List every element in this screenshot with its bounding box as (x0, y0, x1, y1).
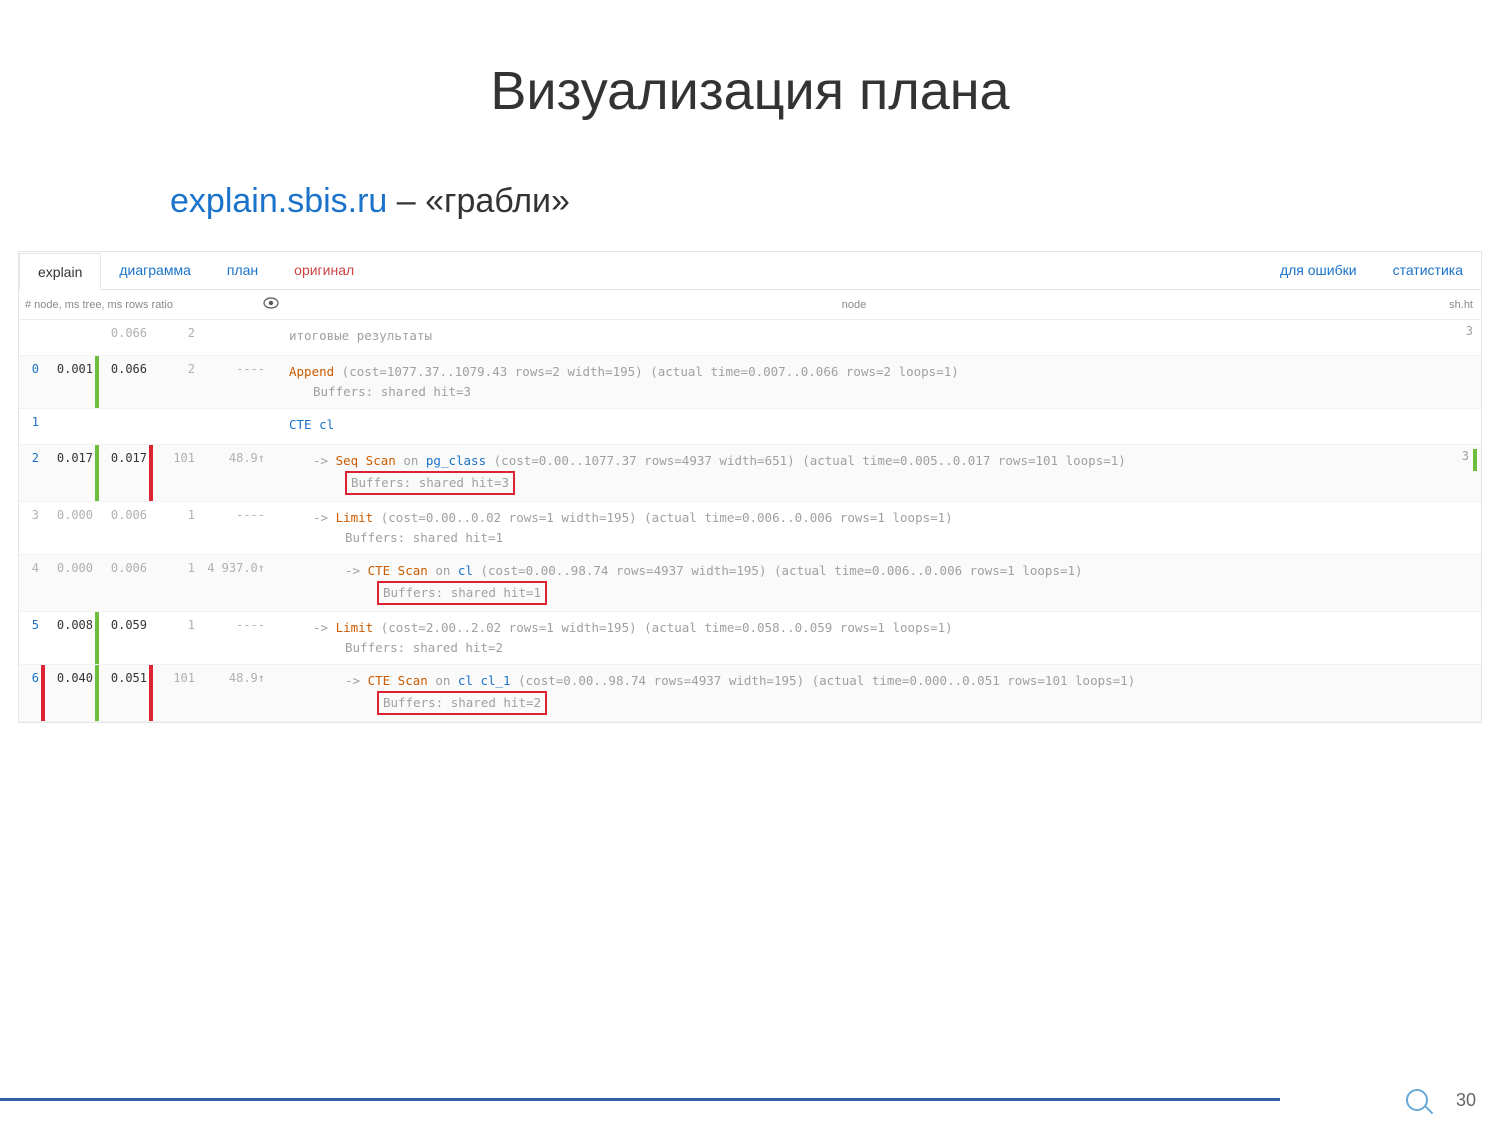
buffers-highlight: Buffers: shared hit=2 (377, 691, 547, 715)
magnifier-icon (1406, 1089, 1428, 1111)
hdr-node: node (283, 299, 1425, 311)
plan-row: 2 0.017 0.017 101 48.9↑ -> Seq Scan on p… (19, 445, 1481, 502)
tab-explain[interactable]: explain (19, 253, 101, 290)
footer-rule (0, 1098, 1280, 1101)
explain-panel: explain диаграмма план оригинал для ошиб… (18, 251, 1482, 723)
plan-row: 3 0.000 0.006 1 ---- -> Limit (cost=0.00… (19, 502, 1481, 555)
slide-title: Визуализация плана (0, 60, 1500, 122)
plan-row: 5 0.008 0.059 1 ---- -> Limit (cost=2.00… (19, 612, 1481, 665)
buffers-highlight: Buffers: shared hit=3 (345, 471, 515, 495)
slide-subtitle: explain.sbis.ru – «грабли» (170, 182, 1500, 221)
plan-row: 4 0.000 0.006 1 4 937.0↑ -> CTE Scan on … (19, 555, 1481, 612)
hdr-shht: sh.ht (1425, 299, 1481, 311)
plan-row: 0 0.001 0.066 2 ---- Append (cost=1077.3… (19, 356, 1481, 409)
buffers-highlight: Buffers: shared hit=1 (377, 581, 547, 605)
tab-stats[interactable]: статистика (1375, 252, 1481, 289)
subtitle-tail: – «грабли» (387, 182, 570, 220)
explain-link[interactable]: explain.sbis.ru (170, 182, 387, 220)
tab-original[interactable]: оригинал (276, 252, 372, 289)
page-number: 30 (1456, 1090, 1476, 1111)
plan-row-summary: 0.066 2 итоговые результаты 3 (19, 320, 1481, 356)
column-header: # node, ms tree, ms rows ratio node sh.h… (19, 290, 1481, 320)
plan-row: 1 CTE cl (19, 409, 1481, 445)
sh-bar (1473, 449, 1477, 471)
eye-icon[interactable] (259, 297, 283, 312)
tab-error[interactable]: для ошибки (1262, 252, 1375, 289)
tab-plan[interactable]: план (209, 252, 276, 289)
tab-diagram[interactable]: диаграмма (101, 252, 209, 289)
tab-bar: explain диаграмма план оригинал для ошиб… (19, 252, 1481, 290)
hdr-left: # node, ms tree, ms rows ratio (19, 299, 259, 311)
plan-row: 6 0.040 0.051 101 48.9↑ -> CTE Scan on c… (19, 665, 1481, 722)
